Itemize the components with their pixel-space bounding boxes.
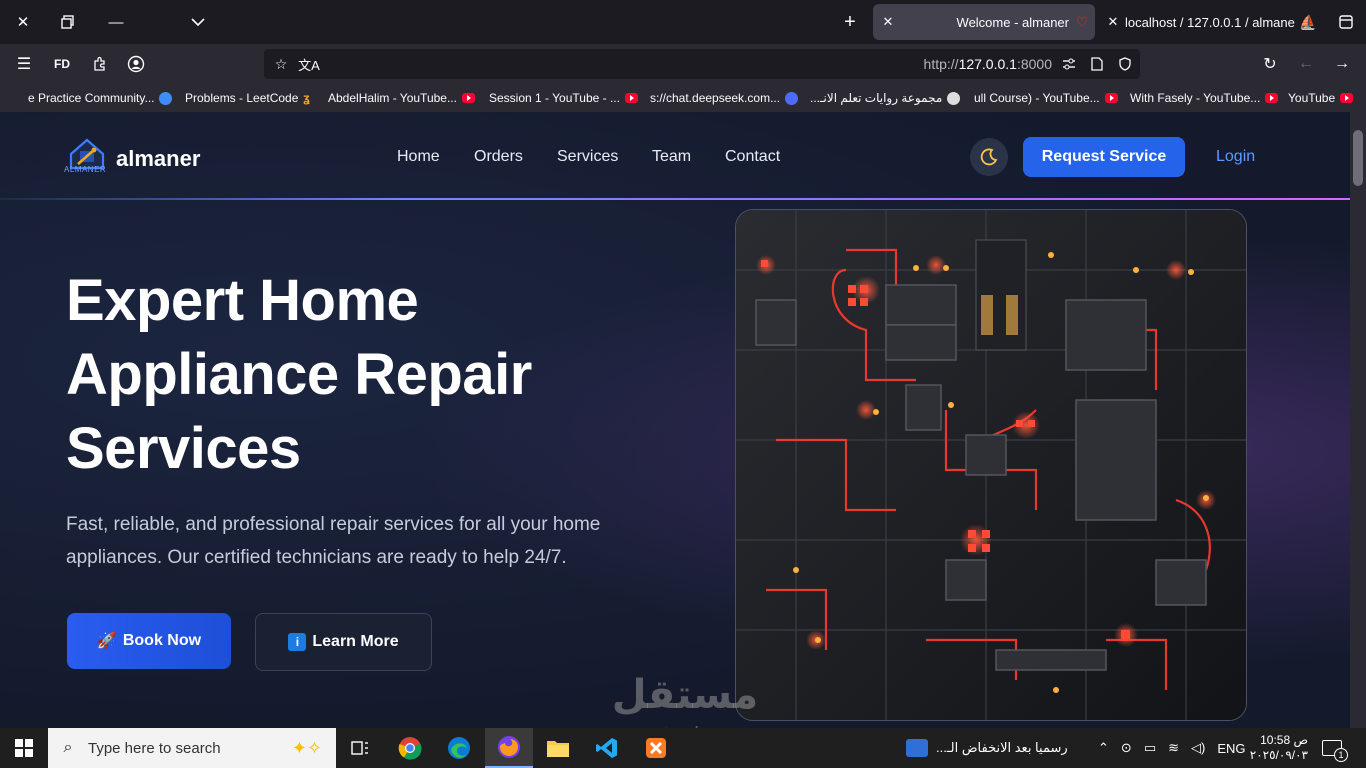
page-viewport: ALMANER almaner Home Orders Services Tea…: [0, 112, 1350, 728]
logo-text[interactable]: almaner: [116, 146, 200, 172]
deepseek-icon: [785, 91, 799, 105]
meet-now-icon[interactable]: ⊙: [1121, 740, 1132, 756]
chrome-icon[interactable]: [386, 728, 434, 768]
taskbar-search-input[interactable]: ⌕ Type here to search ✦✧: [48, 728, 336, 768]
info-icon: i: [288, 633, 307, 651]
minimize-window-icon[interactable]: —: [100, 6, 132, 38]
bookmarks-bar: e Practice Community... Problems - LeetC…: [0, 84, 1366, 112]
bookmark-star-icon[interactable]: ☆: [270, 53, 292, 75]
header-divider: [0, 198, 1350, 200]
bookmark-item[interactable]: e Practice Community...: [28, 91, 173, 105]
logo-subtitle: ALMANER: [64, 165, 107, 174]
nav-orders[interactable]: Orders: [474, 148, 523, 166]
login-link[interactable]: Login: [1216, 148, 1255, 166]
browser-navbar: ☰ FD ☆ 文A http://127.0.0.1:8000 ↻ ← →: [0, 44, 1366, 84]
tab-list-chevron-icon[interactable]: [182, 6, 214, 38]
site-icon: [947, 91, 961, 105]
nav-services[interactable]: Services: [557, 148, 618, 166]
bookmark-item[interactable]: Problems - LeetCode ʓ: [185, 91, 310, 105]
sparkle-icon: ✦✧: [291, 737, 322, 758]
laravel-favicon-icon: ♡: [1075, 13, 1089, 30]
menu-icon[interactable]: ☰: [8, 48, 40, 80]
tab-close-icon[interactable]: ✕: [873, 14, 903, 30]
bookmark-item[interactable]: s://chat.deepseek.com...: [650, 91, 799, 105]
nav-team[interactable]: Team: [652, 148, 691, 166]
moon-icon: [980, 148, 998, 166]
wifi-icon[interactable]: ≋: [1168, 740, 1179, 756]
url-text[interactable]: http://127.0.0.1:8000: [924, 56, 1052, 72]
scrollbar-thumb[interactable]: [1353, 130, 1363, 186]
account-icon[interactable]: [120, 48, 152, 80]
forward-arrow-icon[interactable]: →: [1326, 48, 1358, 80]
hero-title: Expert Home Appliance Repair Services: [66, 268, 532, 481]
hero-subtitle: Fast, reliable, and professional repair …: [66, 514, 601, 568]
tab-phpmyadmin[interactable]: ✕ localhost / 127.0.0.1 / almaner ⛵: [1101, 4, 1321, 40]
youtube-icon: [1104, 93, 1118, 103]
file-explorer-icon[interactable]: [534, 728, 582, 768]
new-tab-icon[interactable]: +: [834, 6, 866, 38]
youtube-icon: [1340, 93, 1354, 103]
reload-icon[interactable]: ↻: [1254, 48, 1286, 80]
learn-more-button[interactable]: i Learn More: [255, 613, 432, 671]
reader-view-icon[interactable]: [1086, 53, 1108, 75]
restore-window-icon[interactable]: [52, 6, 84, 38]
extension-fd-icon[interactable]: FD: [46, 48, 78, 80]
rocket-icon: 🚀: [96, 633, 117, 650]
notification-center-icon[interactable]: 1: [1322, 728, 1348, 768]
task-view-icon[interactable]: [336, 728, 384, 768]
edge-icon[interactable]: [435, 728, 483, 768]
language-indicator[interactable]: ENG: [1217, 741, 1245, 756]
nav-contact[interactable]: Contact: [725, 148, 780, 166]
vscode-icon[interactable]: [583, 728, 631, 768]
permissions-icon[interactable]: [1058, 53, 1080, 75]
site-icon: [159, 91, 173, 105]
battery-icon[interactable]: ▭: [1144, 740, 1156, 756]
youtube-icon: [1265, 93, 1279, 103]
firefox-view-icon[interactable]: [1330, 6, 1362, 38]
windows-taskbar: ⌕ Type here to search ✦✧ رسميا بعد الانخ…: [0, 728, 1366, 768]
tracking-shield-icon[interactable]: [1114, 53, 1136, 75]
browser-tabstrip: ✕ — + ✕ Welcome - almaner ♡ ✕ localhost …: [0, 0, 1366, 44]
bookmark-item[interactable]: With Fasely - YouTube...: [1130, 91, 1279, 105]
windows-start-icon[interactable]: [0, 728, 48, 768]
translate-icon[interactable]: 文A: [298, 53, 320, 75]
news-widget[interactable]: رسميا بعد الانخفاض الـ...: [906, 728, 1068, 768]
page-scrollbar[interactable]: [1350, 112, 1366, 728]
chevron-up-icon[interactable]: ⌃: [1098, 740, 1109, 756]
news-icon: [906, 739, 928, 757]
tab-close-icon[interactable]: ✕: [1101, 14, 1125, 30]
bookmark-item[interactable]: مجموعة روايات تعلم الانـ...: [810, 91, 961, 105]
extensions-puzzle-icon[interactable]: [84, 48, 116, 80]
bookmark-item[interactable]: ull Course) - YouTube...: [974, 91, 1118, 105]
back-arrow-icon[interactable]: ←: [1290, 48, 1322, 80]
system-tray: ⌃ ⊙ ▭ ≋ ◁) ENG: [1098, 728, 1246, 768]
leetcode-icon: ʓ: [303, 91, 310, 105]
request-service-button[interactable]: Request Service: [1023, 137, 1185, 177]
address-bar[interactable]: ☆ 文A http://127.0.0.1:8000: [264, 49, 1140, 79]
firefox-icon[interactable]: [485, 728, 533, 768]
xampp-icon[interactable]: [632, 728, 680, 768]
tab-title: Welcome - almaner: [956, 14, 1069, 30]
volume-icon[interactable]: ◁): [1191, 740, 1205, 756]
bookmark-item[interactable]: YouTube: [1288, 91, 1354, 105]
close-window-icon[interactable]: ✕: [7, 6, 39, 38]
theme-toggle-button[interactable]: [970, 138, 1008, 176]
youtube-icon: [624, 93, 638, 103]
book-now-button[interactable]: 🚀 Book Now: [67, 613, 231, 669]
clock[interactable]: 10:58 ص ٢٠٢٥/٠٩/٠٣: [1250, 728, 1308, 768]
youtube-icon: [461, 93, 475, 103]
hero-circuit-board-image: [735, 209, 1247, 721]
bookmark-item[interactable]: Session 1 - YouTube - ...: [489, 91, 638, 105]
nav-home[interactable]: Home: [397, 148, 440, 166]
search-icon: ⌕: [63, 739, 73, 756]
phpmyadmin-favicon-icon: ⛵: [1299, 13, 1317, 30]
bookmark-item[interactable]: AbdelHalim - YouTube...: [328, 91, 475, 105]
tab-welcome[interactable]: ✕ Welcome - almaner ♡: [873, 4, 1095, 40]
site-header: ALMANER almaner Home Orders Services Tea…: [0, 112, 1350, 200]
tab-title: localhost / 127.0.0.1 / almaner: [1125, 14, 1295, 30]
